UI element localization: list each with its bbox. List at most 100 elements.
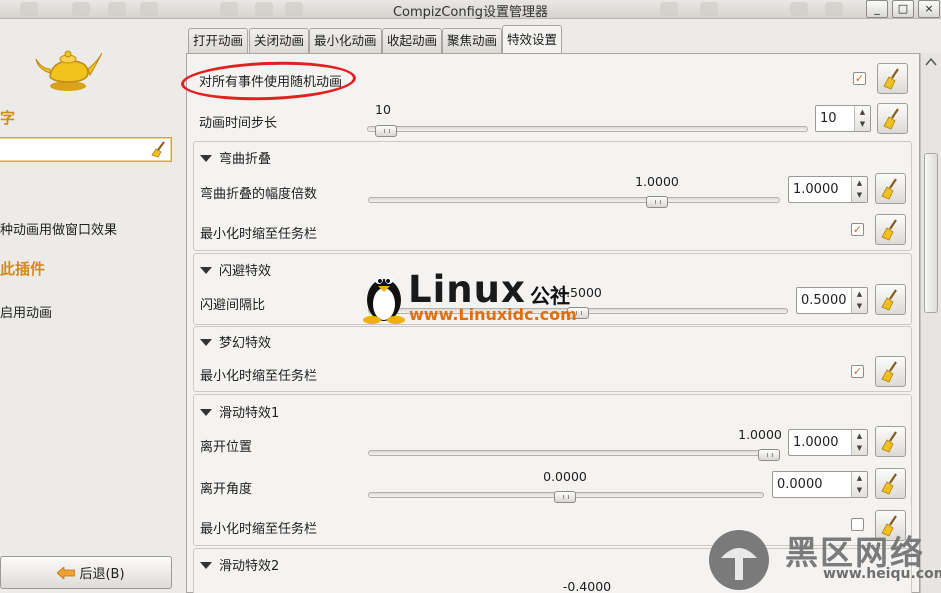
spin-arrows[interactable]: ▲ ▼ <box>851 177 867 202</box>
group-dodge-header[interactable]: 闪避特效 <box>200 260 271 279</box>
expander-triangle-icon <box>200 267 212 274</box>
spin-arrows[interactable]: ▲ ▼ <box>851 288 867 313</box>
broom-icon <box>881 361 897 383</box>
group-title: 梦幻特效 <box>219 336 272 351</box>
group-title: 弯曲折叠 <box>219 152 272 167</box>
back-button-label: 后退(B) <box>79 567 125 582</box>
broom-icon <box>883 68 899 90</box>
curved-amplitude-input-value: 1.0000 <box>793 182 839 197</box>
broom-icon <box>881 289 897 311</box>
time-step-value: 10 <box>375 102 391 117</box>
expander-triangle-icon <box>200 155 212 162</box>
glide2-partial-value: -0.4000 <box>562 579 612 593</box>
tab-effect-settings[interactable]: 特效设置 <box>502 25 563 54</box>
glide1-angle-input-value: 0.0000 <box>777 477 823 492</box>
back-arrow-icon <box>57 566 76 579</box>
reset-button[interactable] <box>877 63 908 94</box>
curved-minimize-checkbox[interactable]: ✓ <box>851 223 864 236</box>
reset-button[interactable] <box>875 356 906 387</box>
reset-button[interactable] <box>875 173 906 204</box>
curved-amplitude-slider-knob[interactable] <box>646 196 668 208</box>
left-description: 种动画用做窗口效果 <box>0 223 118 238</box>
group-dream-header[interactable]: 梦幻特效 <box>200 332 271 351</box>
broom-icon <box>881 431 897 453</box>
glide1-minimize-label: 最小化时缩至任务栏 <box>200 522 318 537</box>
tab-open-animation[interactable]: 打开动画 <box>188 28 249 53</box>
broom-icon <box>883 108 899 130</box>
curved-amplitude-label: 弯曲折叠的幅度倍数 <box>200 187 318 202</box>
back-button[interactable]: 后退(B) <box>0 556 172 589</box>
tab-shade-animation[interactable]: 收起动画 <box>382 28 443 53</box>
glide1-position-label: 离开位置 <box>200 440 253 455</box>
dodge-gap-spinbox[interactable]: 0.5000 ▲ ▼ <box>796 287 868 314</box>
dream-minimize-label: 最小化时缩至任务栏 <box>200 369 318 384</box>
broom-icon <box>881 219 897 241</box>
dodge-gap-label: 闪避间隔比 <box>200 298 266 313</box>
curved-amplitude-spinbox[interactable]: 1.0000 ▲ ▼ <box>788 176 868 203</box>
dream-minimize-checkbox[interactable]: ✓ <box>851 365 864 378</box>
time-step-label: 动画时间步长 <box>199 116 278 131</box>
title-bar: CompizConfig设置管理器 _ □ × <box>0 0 941 20</box>
broom-icon <box>881 473 897 495</box>
glide1-angle-value: 0.0000 <box>543 469 587 484</box>
spin-arrows[interactable]: ▲ ▼ <box>851 430 867 455</box>
scroll-up-icon[interactable] <box>925 57 937 67</box>
heiqu-logo-url: www.heiqu.com <box>823 566 941 582</box>
reset-button[interactable] <box>877 103 908 134</box>
group-title: 闪避特效 <box>219 264 272 279</box>
reset-button[interactable] <box>875 214 906 245</box>
linuxidc-watermark: Linux 公社 www.Linuxidc.com <box>360 266 600 328</box>
tux-penguin-icon <box>363 276 405 324</box>
enable-plugin-label[interactable]: 启用动画 <box>0 302 52 321</box>
glide1-position-input-value: 1.0000 <box>793 435 839 450</box>
curved-amplitude-value: 1.0000 <box>635 174 679 189</box>
glide1-position-slider[interactable] <box>368 450 780 456</box>
reset-button[interactable] <box>875 284 906 315</box>
random-animations-label: 对所有事件使用随机动画 <box>199 75 343 90</box>
magic-lamp-icon <box>35 50 102 91</box>
tab-minimize-animation[interactable]: 最小化动画 <box>309 28 382 53</box>
left-panel: 字 种动画用做窗口效果 此插件 启用动画 后退(B) <box>0 19 183 593</box>
linux-logo-url: www.Linuxidc.com <box>409 305 577 324</box>
reset-button[interactable] <box>875 426 906 457</box>
group-curved-fold-header[interactable]: 弯曲折叠 <box>200 148 271 167</box>
close-button[interactable]: × <box>918 0 940 18</box>
group-glide-1-header[interactable]: 滑动特效1 <box>200 402 279 421</box>
time-step-input-value: 10 <box>820 111 837 126</box>
random-animations-checkbox[interactable]: ✓ <box>853 72 866 85</box>
heiqu-logo-icon <box>709 530 769 590</box>
vertical-scrollbar[interactable] <box>920 53 941 593</box>
group-title: 滑动特效2 <box>219 559 280 574</box>
time-step-slider-knob[interactable] <box>375 125 398 137</box>
clear-broom-icon[interactable] <box>151 141 168 158</box>
heiqu-watermark: 黑区网络 www.heiqu.com <box>707 528 941 593</box>
glide1-position-slider-knob[interactable] <box>758 449 780 461</box>
scrollbar-thumb[interactable] <box>924 153 938 313</box>
expander-triangle-icon <box>200 409 212 416</box>
expander-triangle-icon <box>200 562 212 569</box>
dodge-gap-input-value: 0.5000 <box>801 293 847 308</box>
left-heading-2: 此插件 <box>0 260 46 278</box>
left-heading-1: 字 <box>0 109 16 127</box>
expander-triangle-icon <box>200 339 212 346</box>
broom-icon <box>881 178 897 200</box>
curved-amplitude-slider[interactable] <box>368 197 780 203</box>
group-glide-2-header[interactable]: 滑动特效2 <box>200 555 279 574</box>
reset-button[interactable] <box>875 468 906 499</box>
curved-minimize-label: 最小化时缩至任务栏 <box>200 227 318 242</box>
spin-arrows[interactable]: ▲ ▼ <box>854 106 870 131</box>
spin-arrows[interactable]: ▲ ▼ <box>851 472 867 497</box>
glide1-angle-spinbox[interactable]: 0.0000 ▲ ▼ <box>772 471 868 498</box>
glide1-position-spinbox[interactable]: 1.0000 ▲ ▼ <box>788 429 868 456</box>
time-step-spinbox[interactable]: 10 ▲ ▼ <box>815 105 871 132</box>
window-title: CompizConfig设置管理器 <box>392 5 549 20</box>
tab-focus-animation[interactable]: 聚焦动画 <box>442 28 503 53</box>
tab-close-animation[interactable]: 关闭动画 <box>249 28 310 53</box>
glide1-angle-label: 离开角度 <box>200 482 253 497</box>
glide1-angle-slider-knob[interactable] <box>554 491 576 503</box>
time-step-slider[interactable] <box>367 126 808 132</box>
filter-input[interactable] <box>0 137 172 162</box>
minimize-button[interactable]: _ <box>866 0 888 18</box>
group-title: 滑动特效1 <box>219 406 280 421</box>
maximize-button[interactable]: □ <box>892 0 914 18</box>
